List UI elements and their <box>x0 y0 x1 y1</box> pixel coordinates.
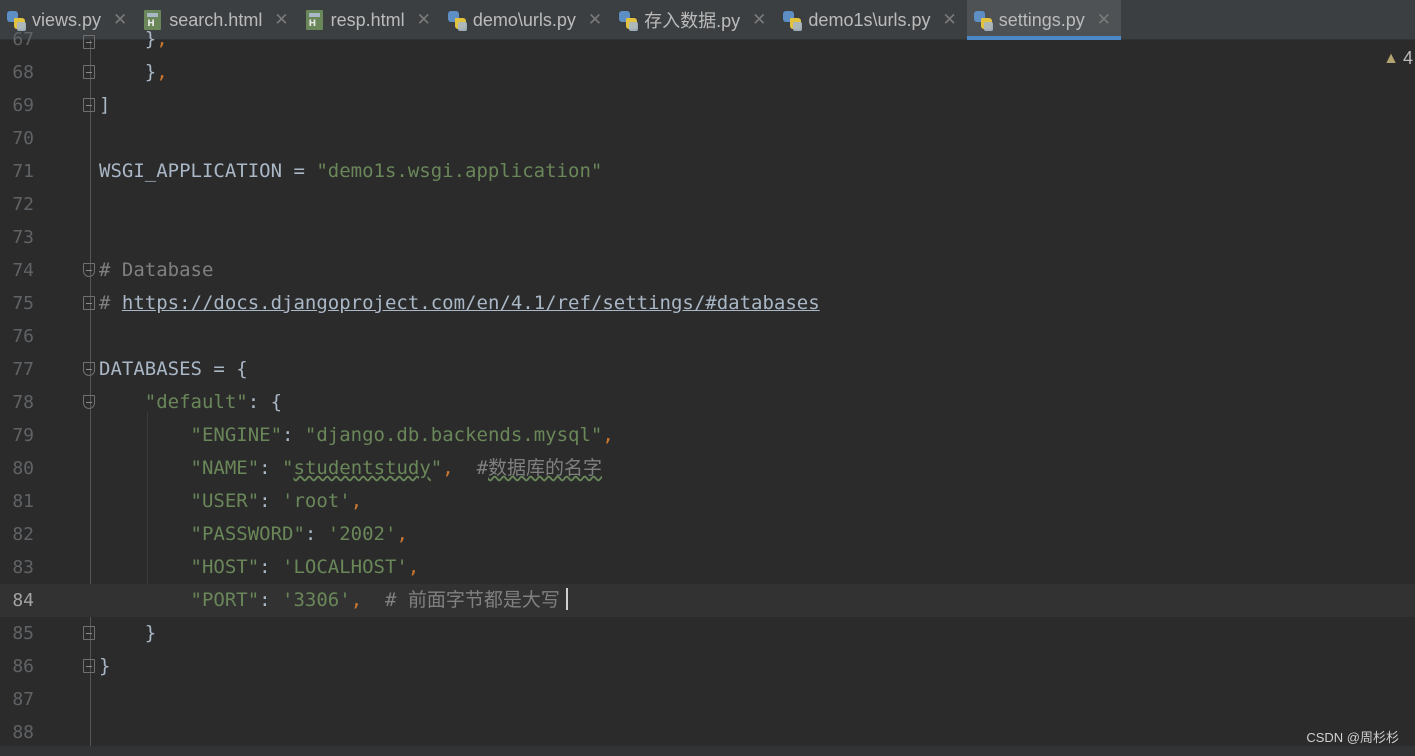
code-line[interactable]: 76 <box>0 320 1415 353</box>
line-number: 73 <box>12 227 34 248</box>
line-number: 78 <box>12 392 34 413</box>
line-number: 71 <box>12 161 34 182</box>
fold-end-icon[interactable] <box>83 98 95 112</box>
code-line[interactable]: 78 "default": { <box>0 386 1415 419</box>
warning-triangle-icon: ▲ <box>1383 49 1399 67</box>
code-line-current[interactable]: 84 "PORT": '3306', # 前面字节都是大写 <box>0 584 1415 617</box>
code-line[interactable]: 85 } <box>0 617 1415 650</box>
line-number: 84 <box>12 590 34 611</box>
line-code: } <box>99 622 157 644</box>
line-number: 83 <box>12 557 34 578</box>
line-code: # Database <box>99 259 214 281</box>
code-line[interactable]: 88 <box>0 716 1415 749</box>
code-line[interactable]: 71 WSGI_APPLICATION = "demo1s.wsgi.appli… <box>0 155 1415 188</box>
fold-start-icon[interactable] <box>83 395 95 409</box>
line-number: 77 <box>12 359 34 380</box>
line-number: 80 <box>12 458 34 479</box>
code-line[interactable]: 68 }, <box>0 56 1415 89</box>
line-code: "USER": 'root', <box>190 490 363 512</box>
warning-count: 4 <box>1402 48 1413 68</box>
fold-end-icon[interactable] <box>83 296 95 310</box>
fold-end-icon[interactable] <box>83 35 95 49</box>
inspection-widget[interactable]: ▲ 4 <box>1383 48 1413 69</box>
line-code: }, <box>99 28 168 50</box>
code-line[interactable]: 77 DATABASES = { <box>0 353 1415 386</box>
line-code: "NAME": "studentstudy", #数据库的名字 <box>190 457 603 479</box>
line-number: 87 <box>12 689 34 710</box>
line-code: "PASSWORD": '2002', <box>190 523 408 545</box>
code-line[interactable]: 80 "NAME": "studentstudy", #数据库的名字 <box>0 452 1415 485</box>
line-code: } <box>99 655 111 677</box>
text-caret <box>565 588 568 610</box>
line-code: "default": { <box>144 391 283 413</box>
code-line[interactable]: 70 <box>0 122 1415 155</box>
watermark: CSDN @周杉杉 <box>1306 730 1399 745</box>
horizontal-scrollbar[interactable] <box>0 746 1415 756</box>
fold-end-icon[interactable] <box>83 659 95 673</box>
line-number: 79 <box>12 425 34 446</box>
code-line[interactable]: 86 } <box>0 650 1415 683</box>
code-line[interactable]: 73 <box>0 221 1415 254</box>
line-number: 72 <box>12 194 34 215</box>
line-code: "HOST": 'LOCALHOST', <box>190 556 420 578</box>
code-line[interactable]: 81 "USER": 'root', <box>0 485 1415 518</box>
line-code: "ENGINE": "django.db.backends.mysql", <box>190 424 614 446</box>
line-code: WSGI_APPLICATION = "demo1s.wsgi.applicat… <box>99 160 603 182</box>
code-line[interactable]: 83 "HOST": 'LOCALHOST', <box>0 551 1415 584</box>
line-number: 86 <box>12 656 34 677</box>
line-number: 81 <box>12 491 34 512</box>
code-line[interactable]: 75 # https://docs.djangoproject.com/en/4… <box>0 287 1415 320</box>
fold-start-icon[interactable] <box>83 362 95 376</box>
line-number: 70 <box>12 128 34 149</box>
code-line[interactable]: 74 # Database <box>0 254 1415 287</box>
code-line[interactable]: 72 <box>0 188 1415 221</box>
code-editor[interactable]: 67 }, 68 }, 69 ] 70 71 WSGI_APPLICATION … <box>0 28 1415 756</box>
line-code: "PORT": '3306', # 前面字节都是大写 <box>99 584 568 617</box>
code-line[interactable]: 67 }, <box>0 23 1415 56</box>
line-number: 69 <box>12 95 34 116</box>
line-number: 88 <box>12 722 34 743</box>
code-line[interactable]: 79 "ENGINE": "django.db.backends.mysql", <box>0 419 1415 452</box>
fold-end-icon[interactable] <box>83 65 95 79</box>
line-number: 76 <box>12 326 34 347</box>
code-line[interactable]: 69 ] <box>0 89 1415 122</box>
line-code: # https://docs.djangoproject.com/en/4.1/… <box>99 292 820 314</box>
line-code: DATABASES = { <box>99 358 248 380</box>
line-code: ] <box>99 94 111 116</box>
code-line[interactable]: 82 "PASSWORD": '2002', <box>0 518 1415 551</box>
line-number: 67 <box>12 29 34 50</box>
line-number: 68 <box>12 62 34 83</box>
line-number: 74 <box>12 260 34 281</box>
line-code: }, <box>99 61 168 83</box>
fold-start-icon[interactable] <box>83 263 95 277</box>
line-number: 82 <box>12 524 34 545</box>
code-line[interactable]: 87 <box>0 683 1415 716</box>
fold-end-icon[interactable] <box>83 626 95 640</box>
line-number: 75 <box>12 293 34 314</box>
line-number: 85 <box>12 623 34 644</box>
